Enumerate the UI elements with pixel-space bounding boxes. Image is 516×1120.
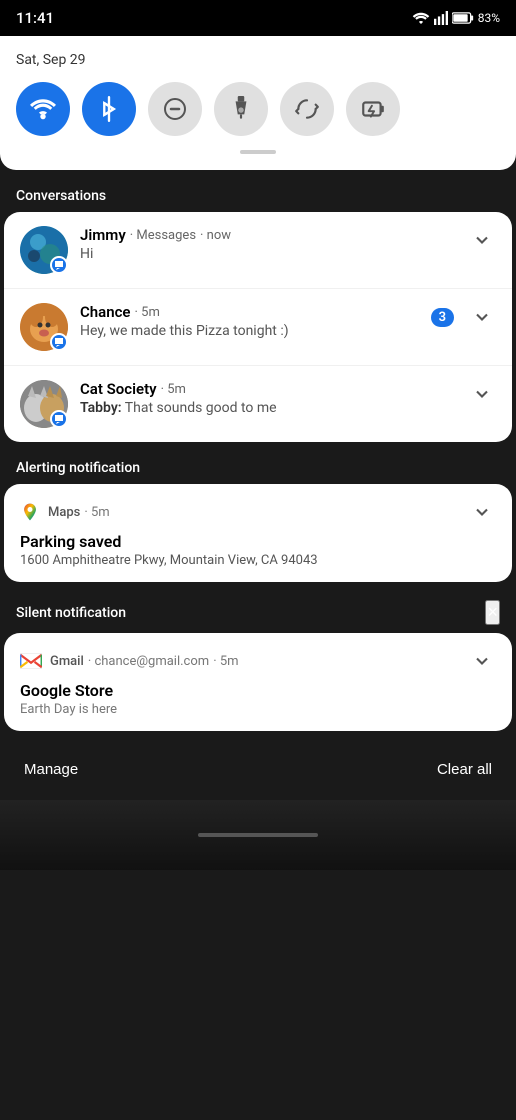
maps-body: 1600 Amphitheatre Pkwy, Mountain View, C… [20,553,496,568]
silent-label: Silent notification [16,605,126,621]
status-time: 11:41 [16,9,54,27]
expand-maps[interactable] [468,498,496,526]
quick-toggles [16,82,500,136]
notif-content-cat: Cat Society · 5m Tabby: That sounds good… [80,380,460,416]
avatar-wrap-jimmy [20,226,68,274]
drag-handle [240,150,276,154]
footer-area [0,800,516,870]
notif-sender-chance: Chance [80,303,131,321]
gmail-app-name: Gmail [50,654,84,669]
alerting-label: Alerting notification [16,460,140,476]
badge-count-chance: 3 [431,308,454,327]
notif-title-row-cat: Cat Society · 5m [80,380,460,398]
notif-cat-society: Cat Society · 5m Tabby: That sounds good… [4,366,512,442]
notif-chance: Chance · 5m Hey, we made this Pizza toni… [4,289,512,366]
toggle-wifi[interactable] [16,82,70,136]
maps-header: Maps · 5m [20,498,496,526]
silent-notif-card: Gmail · chance@gmail.com · 5m Google Sto… [4,633,512,731]
expand-gmail[interactable] [468,647,496,675]
notif-right-chance: 3 [431,303,496,331]
wifi-icon [412,11,430,25]
home-bar[interactable] [198,833,318,837]
maps-title: Parking saved [20,532,496,551]
toggle-dnd[interactable] [148,82,202,136]
notif-title-row-chance: Chance · 5m [80,303,431,321]
bottom-bar: Manage Clear all [0,739,516,800]
notif-content-jimmy: Jimmy · Messages · now Hi [80,226,460,262]
notif-sender-jimmy: Jimmy [80,226,126,244]
maps-app-name: Maps [48,505,80,520]
notif-time-cat: · 5m [161,382,186,397]
notif-body-cat: Tabby: That sounds good to me [80,400,460,416]
notif-sender-cat: Cat Society [80,380,157,398]
messages-badge-cat [50,410,68,428]
notif-body-jimmy: Hi [80,246,460,262]
status-bar: 11:41 83% [0,0,516,36]
gmail-header: Gmail · chance@gmail.com · 5m [20,647,496,675]
toggle-bluetooth[interactable] [82,82,136,136]
gmail-time: · 5m [213,654,238,669]
cat-body-prefix: Tabby: [80,400,122,416]
messages-badge-jimmy [50,256,68,274]
notif-right-jimmy [460,226,496,254]
clear-all-button[interactable]: Clear all [437,753,492,786]
expand-cat[interactable] [468,380,496,408]
toggle-flashlight[interactable] [214,82,268,136]
conversations-label: Conversations [16,188,106,204]
date-label: Sat, Sep 29 [16,52,500,68]
alerting-notif-card: Maps · 5m Parking saved 1600 Amphitheatr… [4,484,512,582]
expand-jimmy[interactable] [468,226,496,254]
gmail-body: Earth Day is here [20,702,496,717]
notif-body-chance: Hey, we made this Pizza tonight :) [80,323,431,339]
close-silent-button[interactable]: × [485,600,500,625]
notif-app-jimmy: · Messages [130,228,196,243]
gmail-notification: Gmail · chance@gmail.com · 5m Google Sto… [4,633,512,731]
notif-content-chance: Chance · 5m Hey, we made this Pizza toni… [80,303,431,339]
expand-chance[interactable] [468,303,496,331]
gmail-from: · chance@gmail.com [88,654,209,669]
conversations-section-header: Conversations [0,178,516,212]
messages-badge-chance [50,333,68,351]
notif-jimmy: Jimmy · Messages · now Hi [4,212,512,289]
status-icons: 83% [412,11,500,25]
conversations-card: Jimmy · Messages · now Hi [4,212,512,442]
quick-settings-panel: Sat, Sep 29 [0,36,516,170]
manage-button[interactable]: Manage [24,753,78,786]
alerting-section-header: Alerting notification [0,450,516,484]
avatar-wrap-cat [20,380,68,428]
gmail-icon [20,653,42,669]
notif-title-row-jimmy: Jimmy · Messages · now [80,226,460,244]
maps-time: · 5m [84,505,109,520]
toggle-battery-saver[interactable] [346,82,400,136]
signal-icon [434,11,448,25]
maps-icon [20,502,40,522]
silent-section-header: Silent notification × [0,590,516,633]
battery-percent: 83% [478,11,500,25]
notif-time-chance: · 5m [135,305,160,320]
gmail-title: Google Store [20,681,496,700]
notif-right-cat [460,380,496,408]
maps-notification: Maps · 5m Parking saved 1600 Amphitheatr… [4,484,512,582]
toggle-autorotate[interactable] [280,82,334,136]
avatar-wrap-chance [20,303,68,351]
notif-time-jimmy: · now [200,228,231,243]
battery-icon [452,12,474,24]
